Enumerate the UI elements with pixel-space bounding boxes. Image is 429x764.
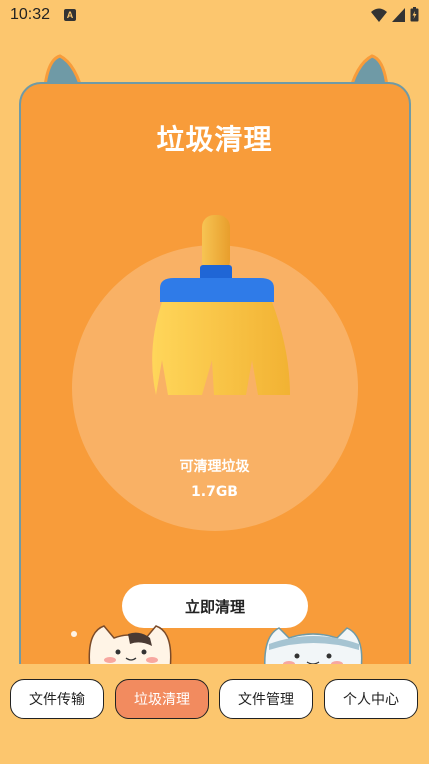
tab-personal-center[interactable]: 个人中心 xyxy=(324,679,418,719)
status-icons xyxy=(371,7,419,22)
cat-illustration-left xyxy=(71,625,172,670)
broom-icon xyxy=(152,215,290,395)
tab-file-transfer[interactable]: 文件传输 xyxy=(10,679,104,719)
signal-icon xyxy=(392,7,405,22)
page-title: 垃圾清理 xyxy=(156,123,273,156)
battery-icon xyxy=(410,7,419,22)
tab-file-manager[interactable]: 文件管理 xyxy=(219,679,313,719)
tab-junk-clean[interactable]: 垃圾清理 xyxy=(115,679,209,719)
status-bar: 10:32 A xyxy=(0,0,429,30)
notification-icon: A xyxy=(64,9,77,21)
wifi-icon xyxy=(371,8,387,22)
status-time: 10:32 xyxy=(10,6,51,23)
junk-size: 1.7GB xyxy=(191,484,238,500)
junk-label: 可清理垃圾 xyxy=(179,459,250,475)
